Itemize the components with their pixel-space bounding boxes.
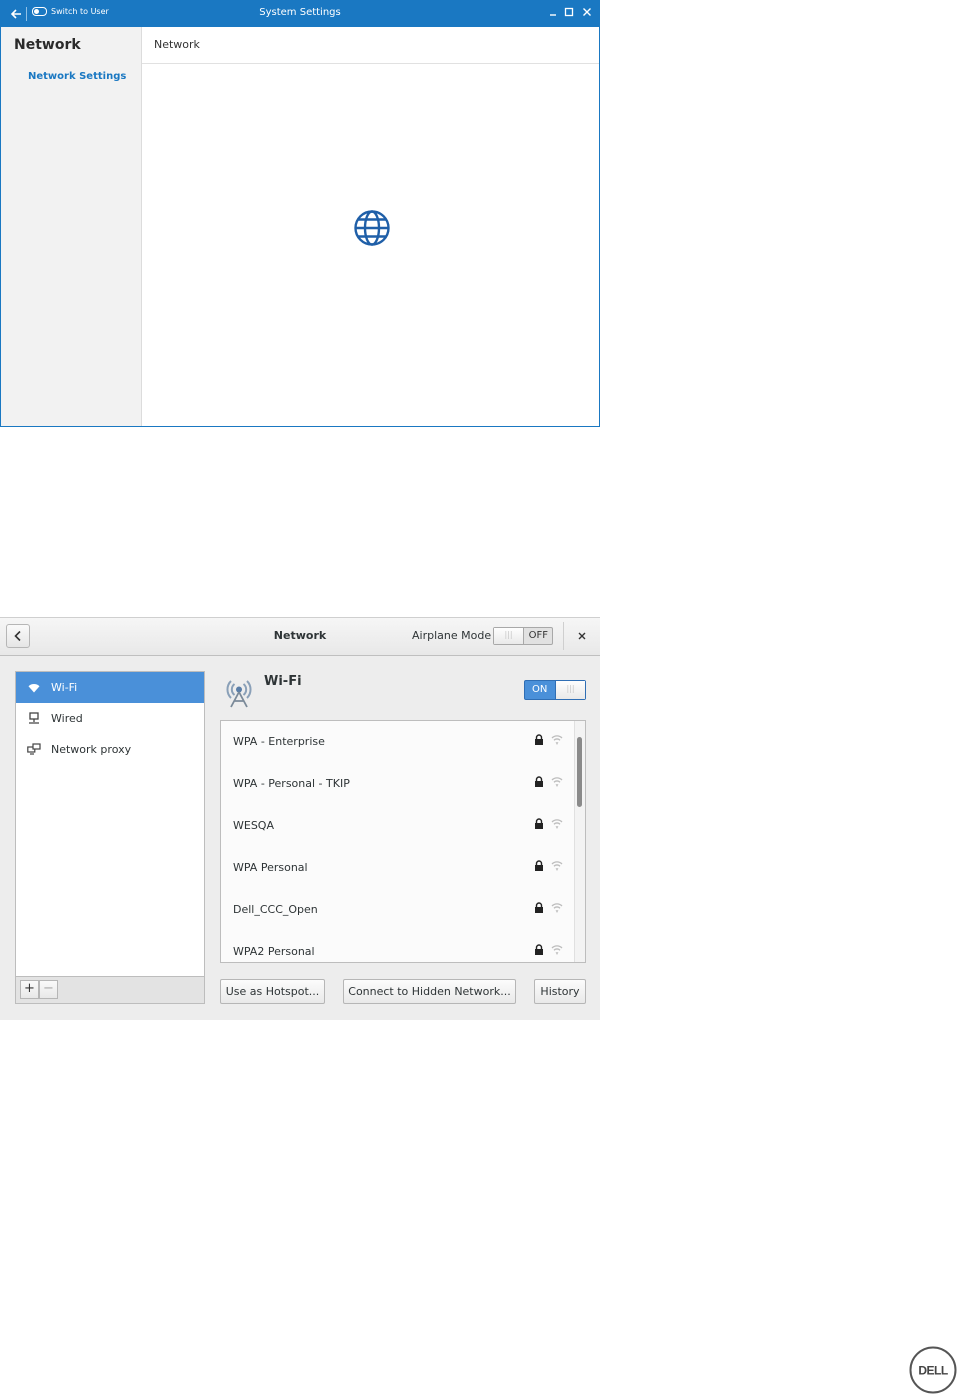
network-name: WPA2 Personal <box>233 945 315 958</box>
sidebar-item-network-proxy[interactable]: Network proxy <box>16 734 204 765</box>
wifi-switch[interactable]: ON <box>524 680 586 700</box>
settings-sidebar: Network Network Settings <box>1 27 142 426</box>
airplane-mode-state: OFF <box>528 630 548 641</box>
sidebar-title: Network <box>14 37 81 53</box>
lock-icon <box>535 902 543 913</box>
airplane-mode-switch[interactable]: OFF <box>493 627 553 645</box>
sidebar-item-network-settings[interactable]: Network Settings <box>28 71 126 82</box>
wifi-signal-icon <box>551 735 563 745</box>
switch-to-user-button[interactable]: Switch to User <box>32 7 109 16</box>
airplane-mode-label: Airplane Mode <box>412 629 492 642</box>
sidebar-item-label: Wi-Fi <box>51 681 78 694</box>
lock-icon <box>535 944 543 955</box>
switch-knob <box>555 681 585 699</box>
network-row[interactable]: WPA - Personal - TKIP <box>221 763 575 806</box>
network-row[interactable]: WESQA <box>221 805 575 848</box>
wifi-antenna-icon <box>226 680 252 708</box>
wifi-switch-state: ON <box>532 684 548 695</box>
content-header: Network <box>142 27 599 64</box>
scrollbar[interactable] <box>574 721 585 962</box>
device-list-toolbar: + − <box>15 977 205 1004</box>
dell-logo: DELL <box>909 1346 957 1394</box>
history-button[interactable]: History <box>534 979 586 1004</box>
lock-icon <box>535 818 543 829</box>
wifi-network-list: WPA - Enterprise WPA - Personal - TKIP W… <box>220 720 586 963</box>
svg-text:DELL: DELL <box>918 1364 948 1378</box>
toggle-icon <box>32 7 47 16</box>
lock-icon <box>535 860 543 871</box>
network-name: WESQA <box>233 819 274 832</box>
wifi-signal-icon <box>551 777 563 787</box>
network-name: WPA - Enterprise <box>233 735 325 748</box>
use-as-hotspot-button[interactable]: Use as Hotspot... <box>220 979 325 1004</box>
wifi-signal-icon <box>551 861 563 871</box>
network-name: WPA Personal <box>233 861 308 874</box>
minimize-button[interactable] <box>546 4 560 20</box>
network-row[interactable]: WPA - Enterprise <box>221 721 575 764</box>
remove-connection-button[interactable]: − <box>39 980 58 999</box>
switch-to-user-label: Switch to User <box>51 7 109 16</box>
sidebar-item-wired[interactable]: Wired <box>16 703 204 734</box>
wifi-title: Wi-Fi <box>264 674 302 689</box>
add-connection-button[interactable]: + <box>20 980 39 999</box>
network-row[interactable]: WPA2 Personal <box>221 931 575 962</box>
wifi-signal-icon <box>551 945 563 955</box>
maximize-button[interactable] <box>562 4 576 20</box>
lock-icon <box>535 734 543 745</box>
sidebar-item-label: Wired <box>51 712 83 725</box>
sidebar-item-label: Network proxy <box>51 743 132 756</box>
network-window: Network Airplane Mode OFF Wi-Fi Wired <box>0 617 600 1020</box>
wifi-signal-icon <box>551 903 563 913</box>
close-icon <box>578 632 586 640</box>
back-arrow-icon[interactable] <box>8 6 24 22</box>
content-header-label: Network <box>154 38 200 51</box>
lock-icon <box>535 776 543 787</box>
network-name: WPA - Personal - TKIP <box>233 777 350 790</box>
minimize-icon <box>550 14 556 16</box>
device-list: Wi-Fi Wired Network proxy <box>15 671 205 977</box>
wifi-signal-icon <box>551 819 563 829</box>
wired-icon <box>27 712 41 726</box>
close-icon <box>583 8 591 16</box>
globe-icon[interactable] <box>353 209 391 247</box>
system-settings-window: Switch to User System Settings Network N… <box>0 0 600 427</box>
maximize-icon <box>564 7 574 17</box>
network-row[interactable]: Dell_CCC_Open <box>221 889 575 932</box>
close-button[interactable] <box>574 627 590 645</box>
connect-hidden-network-button[interactable]: Connect to Hidden Network... <box>343 979 516 1004</box>
title-bar: Switch to User System Settings <box>1 1 599 27</box>
close-button[interactable] <box>580 4 594 20</box>
sidebar-item-wifi[interactable]: Wi-Fi <box>16 672 204 703</box>
network-row[interactable]: WPA Personal <box>221 847 575 890</box>
header-bar: Network Airplane Mode OFF <box>0 618 600 656</box>
header-separator <box>563 622 564 650</box>
switch-knob <box>494 628 524 644</box>
network-name: Dell_CCC_Open <box>233 903 318 916</box>
chevron-left-icon <box>14 630 21 642</box>
scrollbar-thumb[interactable] <box>577 737 582 807</box>
wifi-icon <box>27 681 41 695</box>
title-separator <box>26 7 27 21</box>
back-button[interactable] <box>6 624 30 648</box>
network-proxy-icon <box>27 743 41 757</box>
